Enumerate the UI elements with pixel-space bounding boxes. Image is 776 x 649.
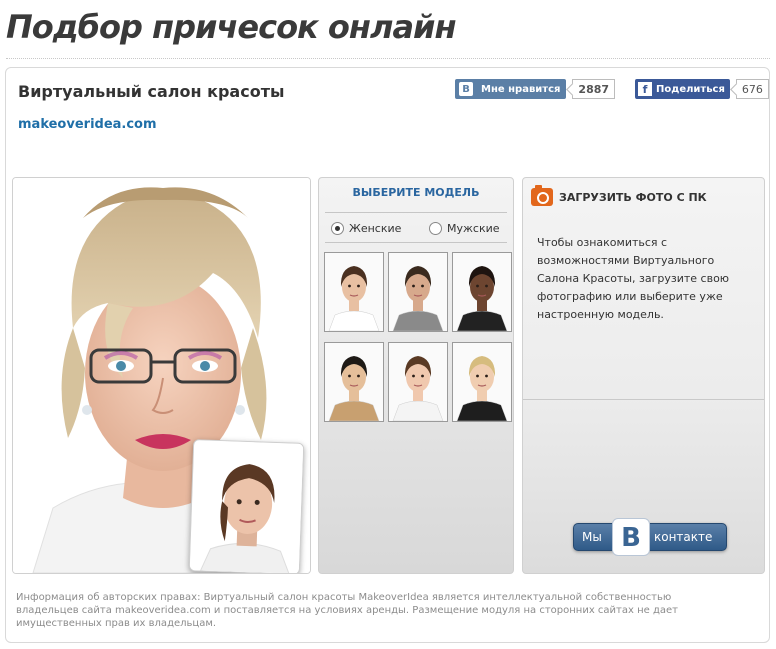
vk-group-button[interactable]: Мы B контакте xyxy=(573,518,727,556)
site-link[interactable]: makeoveridea.com xyxy=(18,117,157,132)
gender-label-female: Женские xyxy=(349,221,402,235)
divider xyxy=(523,399,764,400)
upload-description: Чтобы ознакомиться с возможностями Вирту… xyxy=(537,236,730,321)
page-title: Подбор причесок онлайн xyxy=(6,8,457,46)
vk-like-button[interactable]: B Мне нравится xyxy=(455,79,567,99)
model-portrait xyxy=(325,253,383,331)
vk-like-label: Мне нравится xyxy=(481,83,561,95)
model-thumbnail[interactable] xyxy=(452,342,512,422)
model-portrait xyxy=(389,253,447,331)
model-portrait xyxy=(325,343,383,421)
title-divider xyxy=(6,58,770,59)
vk-badge-right: контакте xyxy=(654,530,713,544)
gender-option-male[interactable]: Мужские xyxy=(429,218,500,238)
model-thumbnail[interactable] xyxy=(388,342,448,422)
divider xyxy=(325,212,507,213)
fb-share-button[interactable]: f Поделиться xyxy=(635,79,730,99)
model-selector-panel: ВЫБЕРИТЕ МОДЕЛЬ Женские Мужские xyxy=(318,177,514,574)
fb-share-widget: f Поделиться 676 xyxy=(635,79,769,99)
model-thumbnail[interactable] xyxy=(452,252,512,332)
model-selector-heading: ВЫБЕРИТЕ МОДЕЛЬ xyxy=(352,186,480,199)
facebook-logo-icon: f xyxy=(638,82,652,96)
model-thumbnail[interactable] xyxy=(324,252,384,332)
fb-share-count: 676 xyxy=(735,79,769,99)
vk-logo-icon: B xyxy=(459,82,473,96)
model-portrait xyxy=(453,343,511,421)
divider xyxy=(325,242,507,243)
gender-label-male: Мужские xyxy=(447,221,500,235)
salon-widget: Виртуальный салон красоты makeoveridea.c… xyxy=(5,67,770,643)
model-portrait xyxy=(389,343,447,421)
camera-icon xyxy=(531,185,553,206)
vk-badge-left: Мы xyxy=(582,530,602,544)
preview-photo-panel[interactable] xyxy=(12,177,311,574)
copyright-note: Информация об авторских правах: Виртуаль… xyxy=(16,592,678,629)
app-title: Виртуальный салон красоты xyxy=(18,82,285,101)
gender-option-female[interactable]: Женские xyxy=(331,218,401,238)
upload-panel: ЗАГРУЗИТЬ ФОТО С ПК Чтобы ознакомиться с… xyxy=(522,177,765,574)
model-portrait xyxy=(453,253,511,331)
upload-photo-button[interactable]: ЗАГРУЗИТЬ ФОТО С ПК xyxy=(531,185,707,208)
model-thumbnail[interactable] xyxy=(388,252,448,332)
upload-heading: ЗАГРУЗИТЬ ФОТО С ПК xyxy=(559,190,707,204)
uploaded-photo-thumbnail[interactable] xyxy=(188,439,305,573)
model-thumbnail[interactable] xyxy=(324,342,384,422)
vk-like-widget: B Мне нравится 2887 xyxy=(455,79,616,99)
original-photo xyxy=(189,440,305,573)
radio-male[interactable] xyxy=(429,221,442,235)
fb-share-label: Поделиться xyxy=(656,83,725,95)
radio-female[interactable] xyxy=(331,221,344,235)
vk-badge-letter: B xyxy=(612,518,650,556)
vk-like-count: 2887 xyxy=(572,79,616,99)
